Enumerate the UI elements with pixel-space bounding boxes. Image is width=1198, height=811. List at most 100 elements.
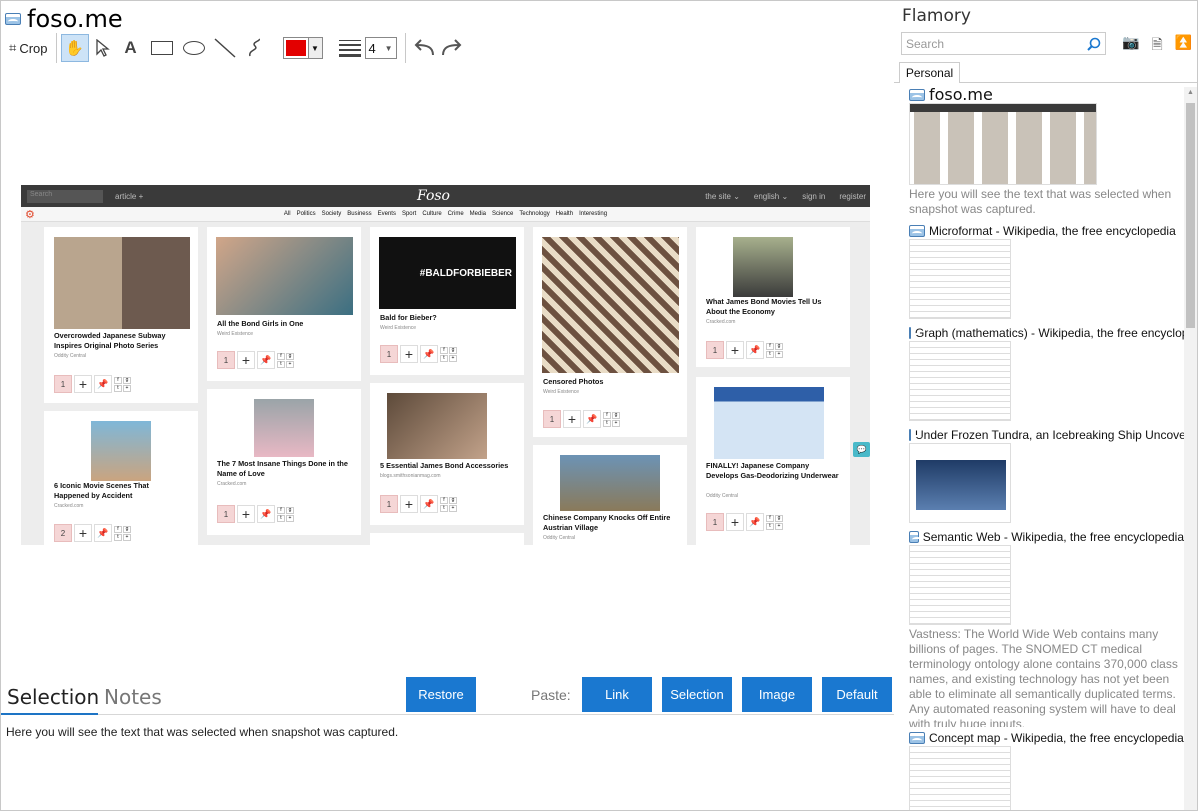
- line-tool-button[interactable]: [209, 34, 241, 62]
- paste-image-button[interactable]: Image: [742, 677, 812, 712]
- list-item[interactable]: Graph (mathematics) - Wikipedia, the fre…: [909, 325, 1184, 427]
- share-icons[interactable]: f g t +: [440, 496, 457, 512]
- share-icons[interactable]: f g t +: [603, 411, 620, 427]
- redo-icon: [441, 39, 461, 56]
- scroll-up-icon[interactable]: ▲: [1187, 89, 1194, 96]
- select-tool-button[interactable]: [89, 34, 117, 62]
- list-item-label: Under Frozen Tundra, an Icebreaking Ship…: [915, 427, 1184, 442]
- site-card: The 7 Most Insane Things Done in the Nam…: [207, 389, 361, 535]
- ellipse-tool-button[interactable]: [179, 34, 209, 62]
- vote-count[interactable]: 1: [54, 375, 72, 393]
- list-item[interactable]: Concept map - Wikipedia, the free encycl…: [909, 730, 1184, 810]
- vote-count[interactable]: 1: [380, 345, 398, 363]
- vote-count[interactable]: 1: [543, 410, 561, 428]
- camera-icon[interactable]: 📷: [1122, 34, 1139, 58]
- vote-count[interactable]: 1: [380, 495, 398, 513]
- tab-selection[interactable]: Selection: [7, 685, 99, 709]
- site-nav-item: register: [839, 191, 866, 201]
- list-item-text: Vastness: The World Wide Web contains ma…: [909, 627, 1178, 727]
- tab-personal[interactable]: Personal: [899, 62, 960, 83]
- add-icon[interactable]: +: [400, 495, 418, 513]
- snapshot-image[interactable]: Search article + Foso the site ⌄ english…: [21, 185, 870, 545]
- pin-icon[interactable]: 📌: [746, 341, 764, 359]
- freehand-tool-button[interactable]: [241, 34, 269, 62]
- sidebar-scrollbar[interactable]: ▲: [1184, 87, 1197, 810]
- list-item[interactable]: Semantic Web - Wikipedia, the free encyc…: [909, 529, 1184, 727]
- share-icons[interactable]: f g t +: [440, 346, 457, 362]
- add-icon[interactable]: +: [237, 505, 255, 523]
- text-tool-button[interactable]: A: [117, 34, 145, 62]
- site-card-grid: Overcrowded Japanese Subway Inspires Ori…: [21, 223, 870, 545]
- site-category: Crime: [447, 211, 464, 217]
- share-icons[interactable]: f g t +: [766, 514, 783, 530]
- card-photo: [254, 399, 314, 457]
- list-item-thumbnail: [909, 341, 1011, 421]
- search-icon[interactable]: [1087, 37, 1101, 51]
- vote-count[interactable]: 1: [706, 341, 724, 359]
- selection-text[interactable]: Here you will see the text that was sele…: [6, 725, 398, 739]
- active-tab-indicator: [1, 713, 98, 715]
- redo-button[interactable]: [438, 34, 466, 62]
- scrollbar-thumb[interactable]: [1186, 103, 1195, 328]
- title-row: foso.me: [5, 5, 123, 33]
- card-actions: 1 + 📌 f g t +: [706, 513, 783, 531]
- vote-count[interactable]: 1: [217, 505, 235, 523]
- chat-icon[interactable]: 💬: [853, 442, 870, 457]
- list-item[interactable]: Under Frozen Tundra, an Icebreaking Ship…: [909, 427, 1184, 529]
- site-category: Science: [492, 211, 514, 217]
- tab-notes[interactable]: Notes: [104, 685, 162, 709]
- paste-link-button[interactable]: Link: [582, 677, 652, 712]
- site-card: Censored Photos Weird Existence 1 + 📌 fg…: [533, 227, 687, 437]
- line-width-select[interactable]: 4 ▼: [364, 37, 397, 59]
- restore-button[interactable]: Restore: [406, 677, 476, 712]
- paste-selection-button[interactable]: Selection: [662, 677, 732, 712]
- add-icon[interactable]: +: [400, 345, 418, 363]
- document-icon[interactable]: 🗎: [1151, 34, 1162, 58]
- pin-icon[interactable]: 📌: [257, 351, 275, 369]
- card-source: Oddity Central: [54, 353, 86, 359]
- site-category: Technology: [519, 211, 550, 217]
- share-icons[interactable]: f g t +: [766, 342, 783, 358]
- pin-icon[interactable]: 📌: [420, 495, 438, 513]
- add-icon[interactable]: +: [563, 410, 581, 428]
- add-icon[interactable]: +: [74, 375, 92, 393]
- vote-count[interactable]: 1: [706, 513, 724, 531]
- crop-button[interactable]: ⌗ Crop: [5, 34, 52, 62]
- paste-default-button[interactable]: Default: [822, 677, 892, 712]
- add-icon[interactable]: +: [74, 524, 92, 542]
- list-item-title: Under Frozen Tundra, an Icebreaking Ship…: [909, 427, 1184, 442]
- share-icons[interactable]: f g t +: [277, 352, 294, 368]
- add-icon[interactable]: +: [726, 513, 744, 531]
- pin-icon[interactable]: 📌: [746, 513, 764, 531]
- sidebar-toolbar: 📷 🗎 ⏫: [1122, 34, 1192, 58]
- share-icons[interactable]: f g t +: [277, 506, 294, 522]
- freehand-icon: [248, 38, 260, 57]
- list-item-label: Semantic Web - Wikipedia, the free encyc…: [922, 529, 1184, 544]
- pin-icon[interactable]: 📌: [257, 505, 275, 523]
- search-placeholder: Search: [906, 36, 945, 51]
- undo-button[interactable]: [410, 34, 438, 62]
- card-photo: [542, 237, 679, 373]
- add-icon[interactable]: +: [237, 351, 255, 369]
- vote-count[interactable]: 1: [217, 351, 235, 369]
- pin-icon[interactable]: 📌: [420, 345, 438, 363]
- pin-icon[interactable]: 📌: [583, 410, 601, 428]
- site-nav-right: the site ⌄ english ⌄ sign in register: [705, 192, 866, 201]
- site-nav-item: the site ⌄: [705, 191, 740, 201]
- upload-icon[interactable]: ⏫: [1175, 34, 1192, 58]
- share-icons[interactable]: f g t +: [114, 376, 131, 392]
- color-picker[interactable]: ▼: [282, 37, 323, 59]
- share-icons[interactable]: f g t +: [114, 525, 131, 541]
- search-input[interactable]: Search: [901, 32, 1106, 55]
- rectangle-tool-button[interactable]: [145, 34, 179, 62]
- pin-icon[interactable]: 📌: [94, 524, 112, 542]
- hand-tool-button[interactable]: ✋: [60, 34, 89, 62]
- list-item[interactable]: Microformat - Wikipedia, the free encycl…: [909, 223, 1184, 325]
- vote-count[interactable]: 2: [54, 524, 72, 542]
- card-actions: 1 + 📌 f g t +: [217, 351, 294, 369]
- add-icon[interactable]: +: [726, 341, 744, 359]
- pin-icon[interactable]: 📌: [94, 375, 112, 393]
- list-item[interactable]: foso.me Here you will see the text that …: [909, 87, 1184, 217]
- site-logo: Foso: [417, 188, 450, 204]
- card-photo-caption: #BALDFORBIEBER: [419, 267, 512, 279]
